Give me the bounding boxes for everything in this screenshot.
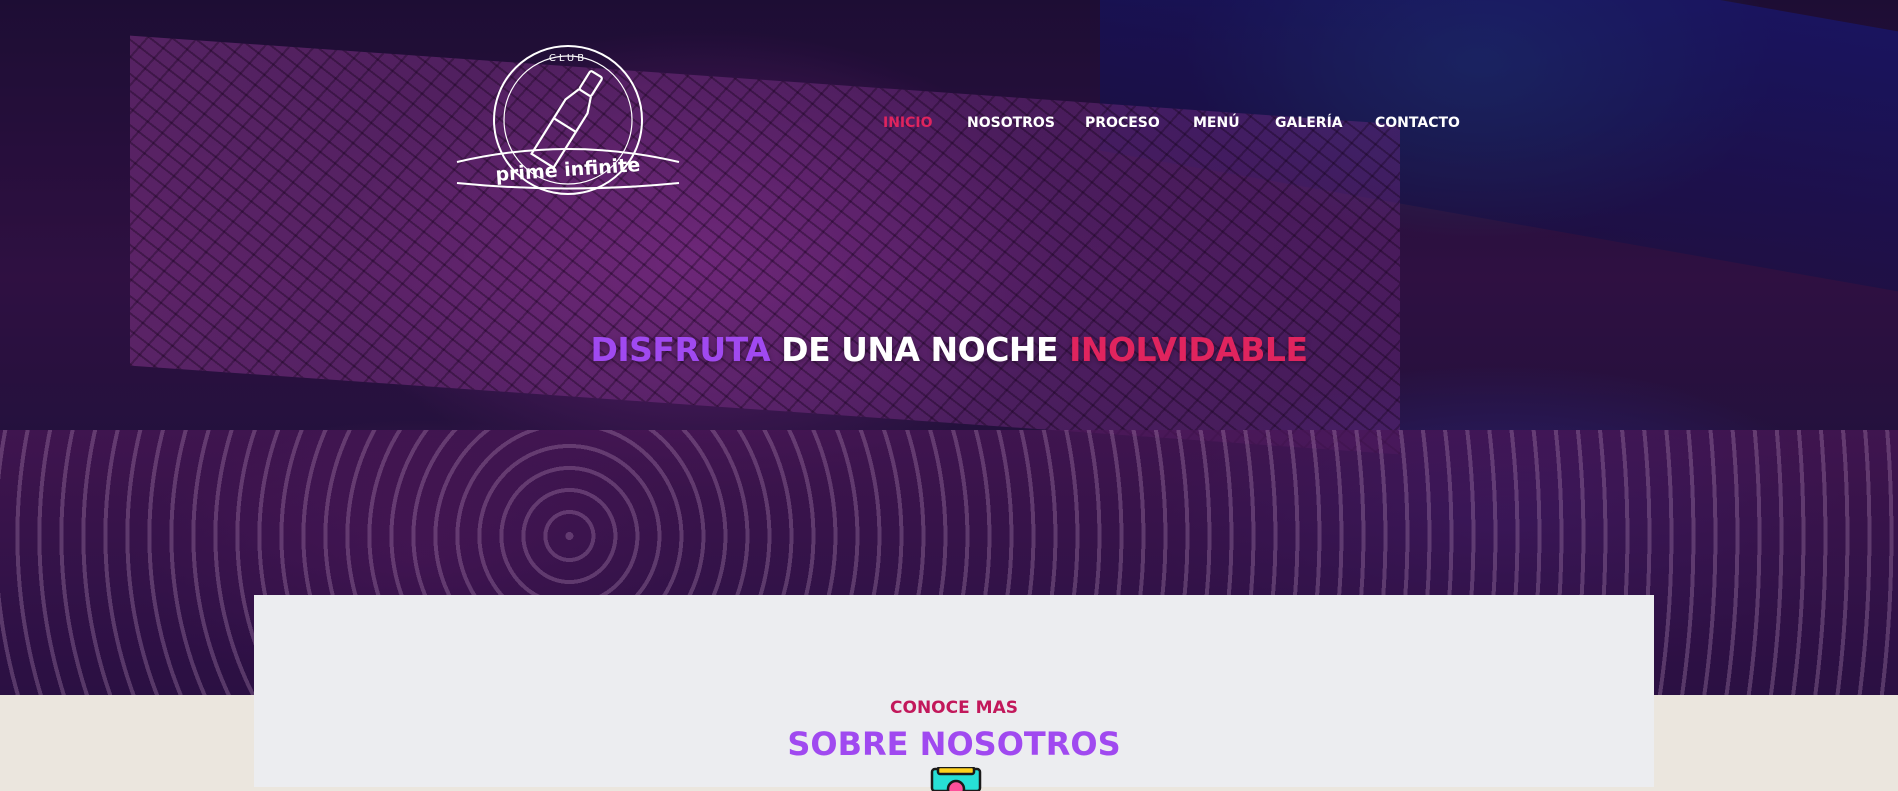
headline-highlight-disfruta: DISFRUTA <box>590 330 771 370</box>
logo-club-text: CLUB <box>549 53 587 64</box>
nav-item-proceso[interactable]: PROCESO <box>1085 115 1160 131</box>
about-section: CONOCE MAS SOBRE NOSOTROS <box>254 595 1654 791</box>
about-kicker: CONOCE MAS <box>890 698 1018 718</box>
hero-section: CLUB prime infinite INICIO NOSOTROS PROC… <box>0 0 1898 695</box>
cocktail-machine-icon <box>930 767 982 791</box>
headline-middle: DE UNA NOCHE <box>781 330 1059 370</box>
nav-item-inicio[interactable]: INICIO <box>883 115 933 131</box>
hero-headline: DISFRUTA DE UNA NOCHE INOLVIDABLE <box>0 330 1898 369</box>
site-logo[interactable]: CLUB prime infinite <box>455 44 681 204</box>
prime-infinite-logo-icon: CLUB prime infinite <box>456 45 680 195</box>
nav-item-menu[interactable]: MENÚ <box>1193 115 1240 131</box>
headline-highlight-inolvidable: INOLVIDABLE <box>1069 330 1308 370</box>
nav-item-contacto[interactable]: CONTACTO <box>1375 115 1460 131</box>
nav-item-nosotros[interactable]: NOSOTROS <box>967 115 1055 131</box>
nav-item-galeria[interactable]: GALERÍA <box>1275 115 1343 131</box>
about-title: SOBRE NOSOTROS <box>787 725 1121 763</box>
